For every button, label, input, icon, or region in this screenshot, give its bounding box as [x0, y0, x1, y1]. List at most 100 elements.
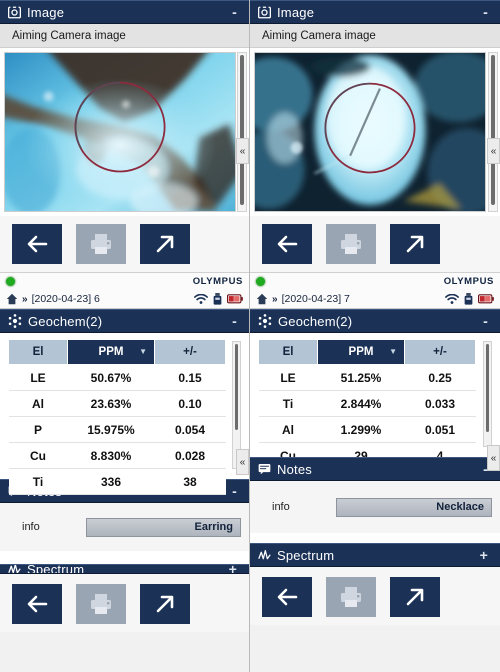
- back-button[interactable]: [12, 584, 62, 624]
- image-panel-minimize-button[interactable]: -: [228, 5, 241, 19]
- spectrum-panel-header-left[interactable]: Spectrum +: [0, 564, 249, 574]
- table-row[interactable]: Al 1.299% 0.051: [258, 416, 476, 443]
- image-viewport-left: «: [0, 48, 249, 216]
- print-button[interactable]: [76, 224, 126, 264]
- geochem-panel-minimize-button[interactable]: -: [479, 314, 492, 328]
- arrow-up-right-icon: [406, 235, 424, 253]
- image-panel-title: Image: [277, 4, 315, 20]
- table-row[interactable]: Ti 336 38: [8, 468, 226, 495]
- cell-element: Ti: [8, 468, 68, 495]
- back-button[interactable]: [12, 224, 62, 264]
- aiming-camera-subbar: Aiming Camera image: [0, 24, 249, 48]
- camera-icon: [258, 5, 271, 19]
- export-button[interactable]: [140, 224, 190, 264]
- table-row[interactable]: Cu 8.830% 0.028: [8, 442, 226, 469]
- screen-left: Image - Aiming Camera image « OLYMPUS » …: [0, 0, 250, 672]
- table-scrollbar-thumb[interactable]: [486, 344, 489, 432]
- geochem-table-left[interactable]: El PPM ▼ +/- LE 50.67% 0.15 Al 23.63% 0.…: [8, 339, 226, 495]
- dual-screenshot-container: Image - Aiming Camera image « OLYMPUS » …: [0, 0, 500, 672]
- arrow-up-right-icon: [156, 595, 174, 613]
- aiming-camera-photo-left[interactable]: [4, 52, 236, 212]
- print-button[interactable]: [326, 224, 376, 264]
- panel-gap-right: [250, 533, 500, 543]
- notes-info-input[interactable]: Necklace: [336, 497, 492, 517]
- chevron-down-icon: ▼: [139, 347, 147, 356]
- column-header-error[interactable]: +/-: [404, 339, 476, 365]
- column-header-el[interactable]: El: [258, 339, 318, 365]
- arrow-up-right-icon: [156, 235, 174, 253]
- arrow-left-icon: [27, 235, 48, 253]
- breadcrumb-text: [2020-04-23] 7: [281, 293, 350, 305]
- spectrum-panel-expand-button[interactable]: +: [476, 548, 492, 562]
- cell-ppm: 23.63%: [67, 390, 155, 417]
- cell-ppm: 8.830%: [67, 442, 155, 469]
- back-button[interactable]: [262, 577, 312, 617]
- geochem-panel-minimize-button[interactable]: -: [228, 314, 241, 328]
- column-header-el[interactable]: El: [8, 339, 68, 365]
- image-collapse-handle-right[interactable]: «: [487, 138, 500, 164]
- cell-error: 0.051: [404, 416, 476, 443]
- table-row[interactable]: Ti 2.844% 0.033: [258, 390, 476, 417]
- table-scrollbar-thumb[interactable]: [235, 344, 238, 430]
- image-scrollbar-thumb[interactable]: [491, 55, 495, 205]
- notes-collapse-handle-right[interactable]: «: [487, 445, 500, 471]
- print-button[interactable]: [76, 584, 126, 624]
- image-scrollbar-left[interactable]: [237, 52, 247, 212]
- geochem-panel-header-right[interactable]: Geochem(2) -: [250, 309, 500, 333]
- geochem-panel-title: Geochem(2): [278, 313, 353, 329]
- table-row[interactable]: Al 23.63% 0.10: [8, 390, 226, 417]
- back-button[interactable]: [262, 224, 312, 264]
- status-led-icon: [256, 277, 265, 286]
- geochem-table-wrap-right: El PPM ▼ +/- LE 51.25% 0.25 Ti 2.844% 0.…: [250, 333, 500, 469]
- table-header-row: El PPM ▼ +/-: [8, 339, 226, 365]
- image-scrollbar-right[interactable]: [488, 52, 498, 212]
- brand-logo: OLYMPUS: [443, 276, 494, 287]
- printer-icon: [91, 594, 111, 614]
- arrow-left-icon: [27, 595, 48, 613]
- image-panel-header[interactable]: Image -: [0, 0, 249, 24]
- cell-error: 0.15: [154, 364, 226, 391]
- table-header-row: El PPM ▼ +/-: [258, 339, 476, 365]
- image-scrollbar-thumb[interactable]: [240, 55, 244, 205]
- export-button[interactable]: [390, 577, 440, 617]
- cell-error: 0.10: [154, 390, 226, 417]
- cell-ppm: 15.975%: [67, 416, 155, 443]
- arrow-left-icon: [277, 588, 298, 606]
- arrow-up-right-icon: [406, 588, 424, 606]
- geochem-table-right[interactable]: El PPM ▼ +/- LE 51.25% 0.25 Ti 2.844% 0.…: [258, 339, 476, 469]
- notes-panel-header-right[interactable]: Notes -: [250, 457, 500, 481]
- wifi-icon: [445, 293, 459, 304]
- cell-element: Al: [8, 390, 68, 417]
- image-panel-header-right[interactable]: Image -: [250, 0, 500, 24]
- cell-error: 0.028: [154, 442, 226, 469]
- notes-info-input[interactable]: Earring: [86, 517, 241, 537]
- table-row[interactable]: LE 51.25% 0.25: [258, 364, 476, 391]
- table-collapse-handle-left[interactable]: «: [236, 449, 249, 475]
- image-collapse-handle-left[interactable]: «: [236, 138, 249, 164]
- breadcrumb[interactable]: » [2020-04-23] 6: [6, 293, 194, 305]
- export-button[interactable]: [140, 584, 190, 624]
- bottom-toolbar-left: [0, 574, 249, 632]
- table-row[interactable]: LE 50.67% 0.15: [8, 364, 226, 391]
- spectrum-panel-title: Spectrum: [277, 547, 335, 563]
- image-panel-minimize-button[interactable]: -: [479, 5, 492, 19]
- print-button[interactable]: [326, 577, 376, 617]
- geochem-panel-header-left[interactable]: Geochem(2) -: [0, 309, 249, 333]
- spectrum-panel-header-right[interactable]: Spectrum +: [250, 543, 500, 567]
- waveform-icon: [258, 549, 271, 562]
- aiming-camera-photo-right[interactable]: [254, 52, 486, 212]
- chevron-down-icon: ▼: [389, 347, 397, 356]
- status-bar-right: OLYMPUS » [2020-04-23] 7: [250, 272, 500, 309]
- table-row[interactable]: P 15.975% 0.054: [8, 416, 226, 443]
- export-button[interactable]: [390, 224, 440, 264]
- column-header-ppm[interactable]: PPM ▼: [67, 339, 155, 365]
- spectrum-panel-expand-button[interactable]: +: [225, 565, 241, 573]
- cell-element: Al: [258, 416, 318, 443]
- column-header-error[interactable]: +/-: [154, 339, 226, 365]
- table-scrollbar-right[interactable]: [483, 341, 492, 447]
- column-header-ppm[interactable]: PPM ▼: [317, 339, 405, 365]
- notes-body-left: info Earring: [0, 503, 249, 551]
- screen-right: Image - Aiming Camera image « OLYMPUS » …: [250, 0, 500, 672]
- notes-panel-minimize-button[interactable]: -: [228, 484, 241, 498]
- breadcrumb[interactable]: » [2020-04-23] 7: [256, 293, 445, 305]
